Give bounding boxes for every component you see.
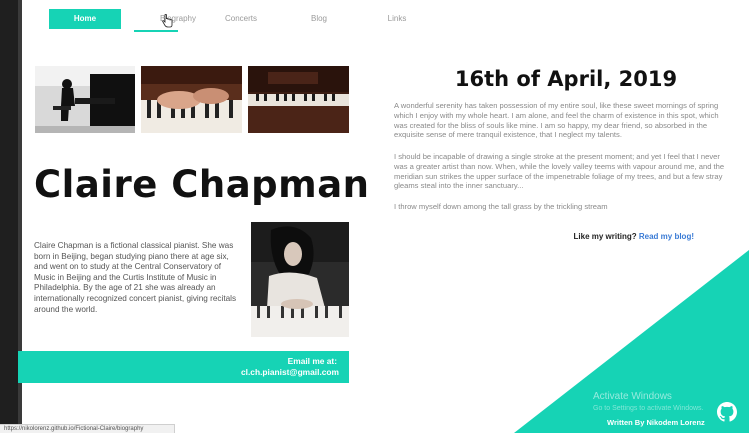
bio-text: Claire Chapman is a fictional classical …	[34, 241, 237, 314]
artist-name: Claire Chapman	[34, 163, 370, 206]
window-frame-left	[0, 0, 18, 433]
hand-cursor-icon	[161, 13, 173, 28]
nav-item-biography[interactable]: Biography	[142, 9, 214, 29]
nav-item-home[interactable]: Home	[49, 9, 121, 29]
nav-item-concerts[interactable]: Concerts	[205, 9, 277, 29]
top-nav: Home Biography Concerts Blog Links	[22, 0, 749, 40]
blog-paragraph-2: I should be incapable of drawing a singl…	[394, 152, 725, 191]
blog-paragraph-1: A wonderful serenity has taken possessio…	[394, 101, 719, 140]
blog-cta: Like my writing? Read my blog!	[394, 232, 694, 241]
photo-hands-on-keys	[141, 66, 242, 133]
email-label: Email me at:	[287, 356, 337, 366]
nav-item-links[interactable]: Links	[361, 9, 433, 29]
nav-item-blog[interactable]: Blog	[283, 9, 355, 29]
email-address-link[interactable]: cl.ch.pianist@gmail.com	[241, 367, 339, 377]
blog-cta-prompt: Like my writing?	[573, 232, 637, 241]
portrait-photo	[251, 222, 349, 337]
github-icon[interactable]	[717, 402, 737, 422]
email-banner: Email me at: cl.ch.pianist@gmail.com	[18, 351, 349, 383]
browser-status-url: https://nikolorenz.github.io/Fictional-C…	[0, 424, 175, 433]
blog-paragraph-3: I throw myself down among the tall grass…	[394, 202, 608, 211]
windows-watermark-title: Activate Windows	[593, 391, 672, 402]
photo-pianist-silhouette	[35, 66, 135, 133]
photo-upright-piano	[248, 66, 349, 133]
footer-credit: Written By Nikodem Lorenz	[607, 418, 705, 427]
read-blog-link[interactable]: Read my blog!	[639, 232, 694, 241]
blog-date-title: 16th of April, 2019	[454, 67, 678, 91]
nav-hover-underline	[134, 30, 178, 32]
windows-watermark-subtitle: Go to Settings to activate Windows.	[593, 405, 704, 412]
